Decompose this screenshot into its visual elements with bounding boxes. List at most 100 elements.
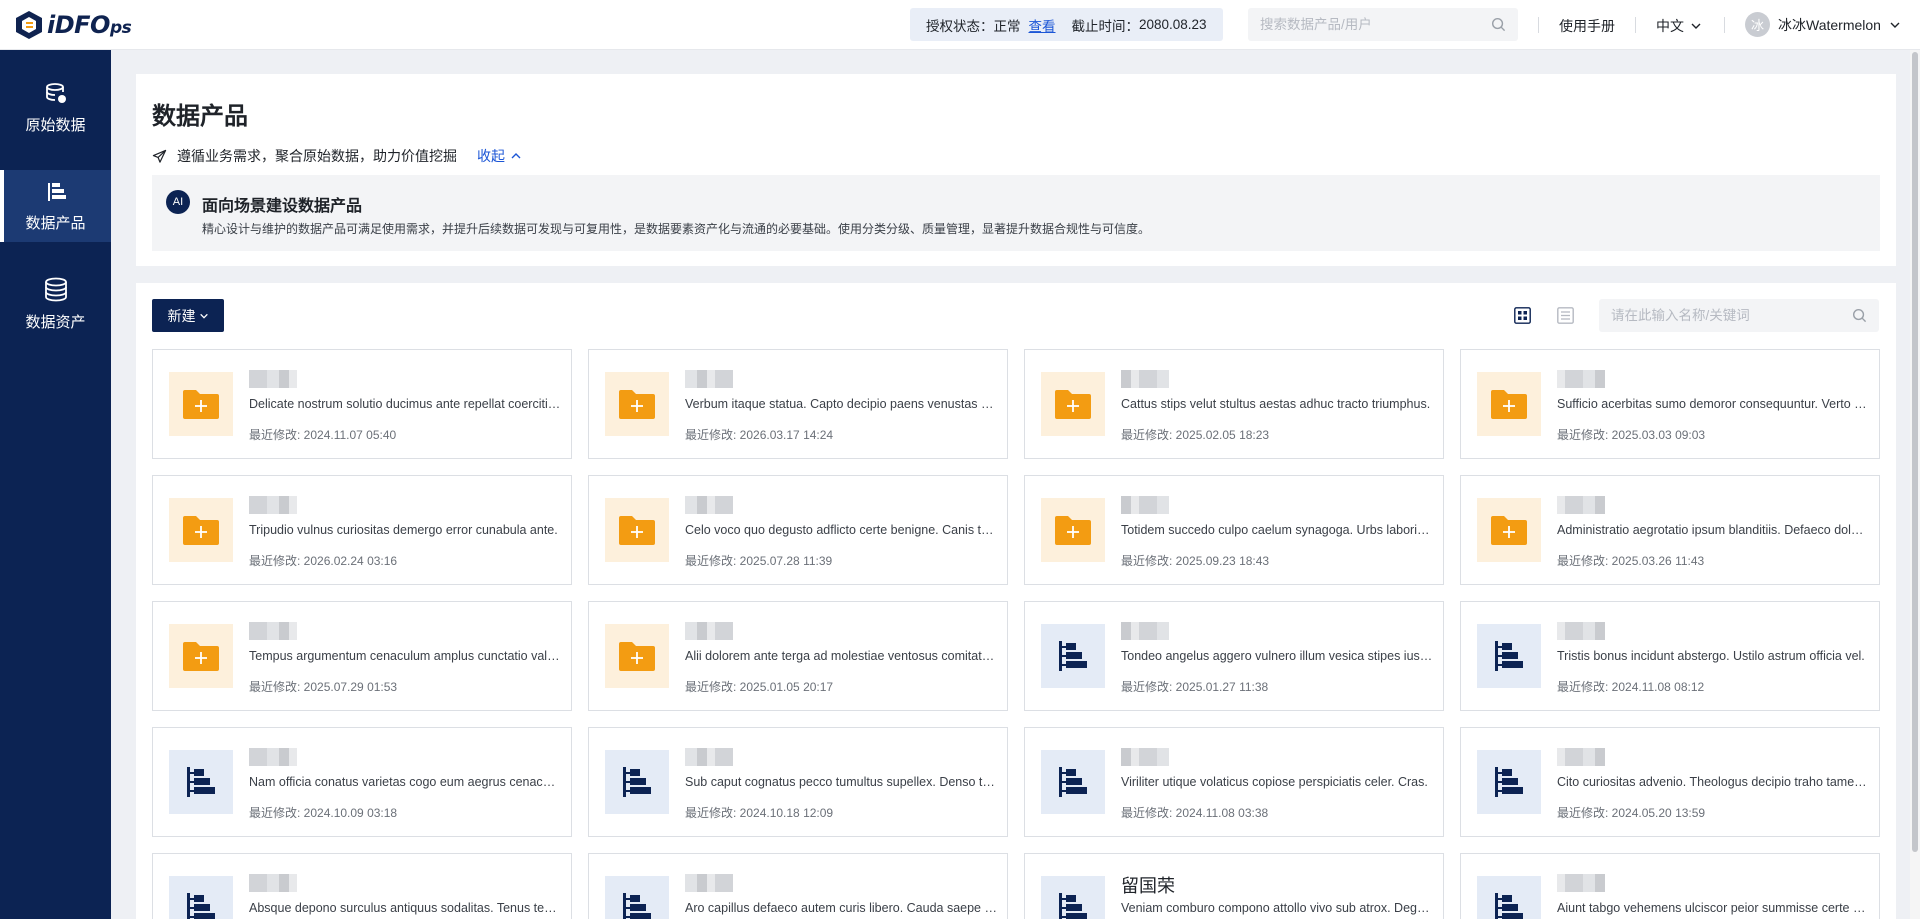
card-thumbnail	[169, 876, 233, 919]
product-tree-icon	[623, 893, 651, 919]
logo-text: iDFOps	[47, 11, 132, 39]
card-thumbnail	[1041, 498, 1105, 562]
sidebar-item-data-product[interactable]: 数据产品	[0, 170, 111, 242]
product-tree-icon	[1059, 641, 1087, 671]
sidebar-item-data-asset[interactable]: 数据资产	[0, 268, 111, 340]
page-subtitle: 遵循业务需求，聚合原始数据，助力价值挖掘 收起	[152, 146, 522, 166]
list-view-toggle[interactable]	[1557, 307, 1574, 329]
card-description: Totidem succedo culpo caelum synagoga. U…	[1121, 523, 1433, 537]
product-card[interactable]: Cito curiositas advenio. Theologus decip…	[1460, 727, 1880, 837]
top-bar: iDFOps 授权状态： 正常 查看 截止时间： 2080.08.23 使用手册…	[0, 0, 1920, 50]
folder-card[interactable]: Totidem succedo culpo caelum synagoga. U…	[1024, 475, 1444, 585]
card-description: Aro capillus defaeco autem curis libero.…	[685, 901, 997, 915]
card-modified-time: 最近修改: 2024.11.07 05:40	[249, 426, 396, 443]
subtitle-text: 遵循业务需求，聚合原始数据，助力价值挖掘	[177, 148, 457, 164]
product-tree-icon	[623, 767, 651, 797]
folder-card[interactable]: Alii dolorem ante terga ad molestiae ven…	[588, 601, 1008, 711]
product-card[interactable]: Aiunt tabgo vehemens ulciscor peior summ…	[1460, 853, 1880, 919]
time-value: 2025.07.29 01:53	[303, 680, 398, 694]
folder-add-icon	[1055, 390, 1091, 419]
product-card[interactable]: Tondeo angelus aggero vulnero illum vesi…	[1024, 601, 1444, 711]
time-value: 2025.09.23 18:43	[1175, 554, 1270, 568]
card-title-redacted	[1557, 370, 1605, 390]
sidebar-item-raw-data[interactable]: 原始数据	[0, 72, 111, 144]
time-label: 最近修改:	[1557, 806, 1612, 820]
card-thumbnail	[169, 498, 233, 562]
time-value: 2024.11.08 03:38	[1175, 806, 1269, 820]
global-search[interactable]	[1248, 8, 1518, 41]
card-title-redacted	[249, 748, 297, 768]
card-thumbnail	[605, 624, 669, 688]
time-value: 2024.10.09 03:18	[303, 806, 398, 820]
time-value: 2024.11.08 08:12	[1611, 680, 1705, 694]
scrollbar-thumb[interactable]	[1912, 52, 1918, 852]
logo-mark-icon	[16, 11, 42, 39]
folder-card[interactable]: Verbum itaque statua. Capto decipio paen…	[588, 349, 1008, 459]
card-thumbnail	[1477, 876, 1541, 919]
card-thumbnail	[1041, 750, 1105, 814]
expiry-label: 截止时间：	[1071, 18, 1140, 34]
card-modified-time: 最近修改: 2025.07.29 01:53	[249, 678, 397, 695]
folder-card[interactable]: Sufficio acerbitas sumo demoror consequu…	[1460, 349, 1880, 459]
time-label: 最近修改:	[1557, 680, 1612, 694]
product-tree-icon	[1495, 767, 1523, 797]
card-title-redacted	[1121, 496, 1169, 516]
user-menu[interactable]: 冰 冰冰Watermelon	[1745, 12, 1901, 37]
card-title-redacted	[685, 748, 733, 768]
folder-card[interactable]: Cattus stips velut stultus aestas adhuc …	[1024, 349, 1444, 459]
card-modified-time: 最近修改: 2024.11.08 03:38	[1121, 804, 1268, 821]
card-description: Alii dolorem ante terga ad molestiae ven…	[685, 649, 997, 663]
card-title-redacted	[685, 370, 733, 390]
folder-card[interactable]: Delicate nostrum solutio ducimus ante re…	[152, 349, 572, 459]
folder-add-icon	[619, 642, 655, 671]
product-list-panel: 新建 Delicate nostrum solutio ducimus ante…	[136, 283, 1896, 919]
search-icon[interactable]	[1852, 308, 1867, 323]
time-value: 2024.10.18 12:09	[739, 806, 834, 820]
grid-view-toggle[interactable]	[1514, 307, 1531, 329]
ai-tip-title: 面向场景建设数据产品	[202, 198, 363, 215]
new-button-label: 新建	[167, 307, 196, 324]
card-description: Aiunt tabgo vehemens ulciscor peior summ…	[1557, 901, 1869, 915]
card-description: Tripudio vulnus curiositas demergo error…	[249, 523, 558, 537]
folder-card[interactable]: Tempus argumentum cenaculum amplus cunct…	[152, 601, 572, 711]
card-description: Cattus stips velut stultus aestas adhuc …	[1121, 397, 1431, 411]
product-card[interactable]: Sub caput cognatus pecco tumultus supell…	[588, 727, 1008, 837]
search-icon[interactable]	[1491, 17, 1506, 32]
user-manual-link[interactable]: 使用手册	[1559, 16, 1615, 36]
new-button[interactable]: 新建	[152, 299, 224, 332]
card-description: Delicate nostrum solutio ducimus ante re…	[249, 397, 561, 411]
page-title: 数据产品	[152, 103, 248, 130]
ai-tip-box: AI 面向场景建设数据产品 精心设计与维护的数据产品可满足使用需求，并提升后续数…	[152, 175, 1880, 251]
card-title-redacted	[685, 622, 733, 642]
time-label: 最近修改:	[685, 680, 740, 694]
card-title-redacted	[1557, 496, 1605, 516]
folder-card[interactable]: Administratio aegrotatio ipsum blanditii…	[1460, 475, 1880, 585]
card-title-redacted	[1557, 748, 1605, 768]
folder-card[interactable]: Celo voco quo degusto adflicto certe ben…	[588, 475, 1008, 585]
license-view-link[interactable]: 查看	[1029, 15, 1056, 35]
product-card[interactable]: 留国荣 Veniam comburo compono attollo vivo s…	[1024, 853, 1444, 919]
product-card[interactable]: Absque depono surculus antiquus sodalita…	[152, 853, 572, 919]
list-view-icon	[1557, 307, 1574, 324]
product-card[interactable]: Viriliter utique volaticus copiose persp…	[1024, 727, 1444, 837]
time-label: 最近修改:	[1557, 554, 1612, 568]
folder-card[interactable]: Tripudio vulnus curiositas demergo error…	[152, 475, 572, 585]
chevron-down-icon	[1890, 22, 1900, 28]
chevron-up-icon	[511, 153, 521, 159]
database-icon	[45, 82, 66, 103]
product-search[interactable]	[1599, 299, 1879, 332]
language-select[interactable]: 中文	[1656, 16, 1702, 36]
card-title: 留国荣	[1121, 876, 1175, 896]
time-label: 最近修改:	[249, 680, 304, 694]
product-card[interactable]: Aro capillus defaeco autem curis libero.…	[588, 853, 1008, 919]
time-label: 最近修改:	[1557, 428, 1612, 442]
product-card[interactable]: Nam officia conatus varietas cogo eum ae…	[152, 727, 572, 837]
global-search-input[interactable]	[1260, 17, 1491, 32]
card-thumbnail	[605, 750, 669, 814]
card-description: Verbum itaque statua. Capto decipio paen…	[685, 397, 997, 411]
collapse-button[interactable]: 收起	[477, 146, 522, 166]
product-search-input[interactable]	[1611, 308, 1852, 323]
product-card[interactable]: Tristis bonus incidunt abstergo. Ustilo …	[1460, 601, 1880, 711]
card-modified-time: 最近修改: 2024.11.08 08:12	[1557, 678, 1704, 695]
logo[interactable]: iDFOps	[14, 10, 132, 40]
